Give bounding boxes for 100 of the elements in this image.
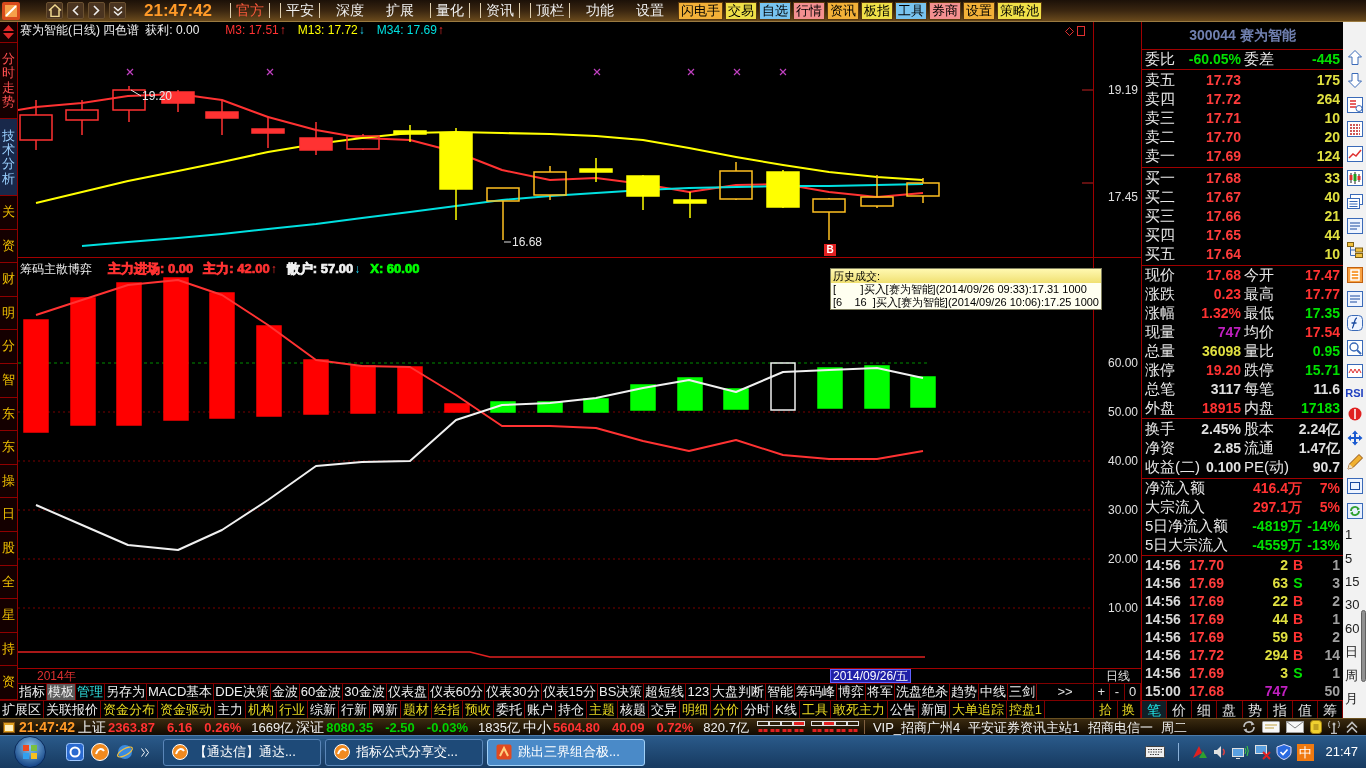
- panel-icon[interactable]: [1346, 478, 1363, 495]
- network-icon[interactable]: [1232, 745, 1251, 759]
- template-tab[interactable]: DDE决策: [214, 684, 271, 700]
- keyboard-icon[interactable]: [1145, 746, 1166, 758]
- side-tab[interactable]: 全: [0, 565, 17, 600]
- template-tab[interactable]: 大盘判断: [711, 684, 767, 700]
- more-tabs-button[interactable]: >>: [1037, 684, 1093, 700]
- side-tab[interactable]: 日: [0, 498, 17, 532]
- window-icon[interactable]: [3, 721, 15, 733]
- globe-icon[interactable]: [116, 743, 134, 761]
- formula-icon[interactable]: [1346, 315, 1363, 332]
- side-tab[interactable]: 资: [0, 229, 17, 264]
- rsi-button[interactable]: RSI: [1345, 386, 1364, 399]
- toolbar-button[interactable]: 设置: [963, 1, 996, 20]
- shield-icon[interactable]: [1276, 744, 1293, 760]
- side-tab[interactable]: 操: [0, 464, 17, 499]
- pencil-icon[interactable]: [1346, 453, 1363, 470]
- table-icon[interactable]: [1346, 121, 1363, 138]
- taskbar-button[interactable]: 【通达信】通达...: [163, 738, 321, 766]
- template-tab[interactable]: 123: [686, 684, 712, 700]
- toolbar-button[interactable]: 行情: [793, 1, 826, 20]
- taskbar-button[interactable]: 指标公式分享交...: [325, 738, 483, 766]
- toolbar-button[interactable]: 交易: [725, 1, 758, 20]
- computer-error-icon[interactable]: [1255, 744, 1272, 760]
- back-button[interactable]: [67, 2, 84, 19]
- menu-item[interactable]: 量化: [430, 3, 471, 18]
- double-chevron-right-icon[interactable]: [141, 747, 149, 757]
- period-button[interactable]: 5: [1343, 550, 1353, 566]
- side-tab[interactable]: 明: [0, 296, 17, 331]
- message-icon[interactable]: [1262, 721, 1280, 733]
- side-tab[interactable]: 技术分析: [0, 119, 17, 196]
- template-tab[interactable]: 三剑: [1008, 684, 1038, 700]
- template-tab[interactable]: 仪表15分: [541, 684, 599, 700]
- wave-chart-icon[interactable]: [1346, 364, 1363, 379]
- side-tab[interactable]: 智: [0, 363, 17, 398]
- home-button[interactable]: [46, 2, 63, 19]
- period-button[interactable]: 60: [1343, 620, 1360, 636]
- diamond-icon[interactable]: [1065, 26, 1074, 36]
- template-tab[interactable]: 博弈: [837, 684, 867, 700]
- menu-item[interactable]: 深度: [330, 3, 371, 18]
- template-tab[interactable]: 60金波: [299, 684, 344, 700]
- refresh-icon[interactable]: [1346, 502, 1363, 519]
- period-button[interactable]: 月: [1343, 690, 1358, 706]
- search-icon[interactable]: [1346, 339, 1363, 356]
- arrow-up-icon[interactable]: [1347, 50, 1362, 65]
- template-tab[interactable]: 仪表盘: [386, 684, 429, 700]
- template-tab[interactable]: 仪表60分: [428, 684, 486, 700]
- template-tab[interactable]: 金波: [270, 684, 300, 700]
- candlestick-icon[interactable]: [1346, 170, 1363, 187]
- refresh-icon[interactable]: [1242, 720, 1256, 734]
- toolbar-button[interactable]: 策略池: [997, 1, 1043, 20]
- side-tab[interactable]: 东: [0, 397, 17, 432]
- side-tab[interactable]: 分: [0, 330, 17, 364]
- menu-item[interactable]: 资讯: [480, 3, 521, 18]
- side-tab[interactable]: 资: [0, 666, 17, 700]
- template-tab[interactable]: 筹码峰: [795, 684, 838, 700]
- panel-tab[interactable]: 笔: [1142, 701, 1168, 718]
- app-logo-icon[interactable]: [2, 1, 20, 20]
- template-tab[interactable]: 另存为: [105, 684, 147, 700]
- template-tab[interactable]: 指标: [18, 684, 47, 700]
- speaker-icon[interactable]: [1213, 745, 1228, 759]
- tile-icon[interactable]: [1346, 266, 1363, 283]
- period-button[interactable]: 周: [1343, 667, 1358, 683]
- template-tab[interactable]: BS决策: [598, 684, 645, 700]
- tree-icon[interactable]: [1346, 242, 1363, 259]
- menu-item[interactable]: 功能: [580, 3, 621, 18]
- template-tab[interactable]: 将军: [866, 684, 896, 700]
- forward-button[interactable]: [88, 2, 105, 19]
- app-icon[interactable]: [66, 743, 84, 761]
- period-button[interactable]: 日: [1343, 644, 1358, 660]
- period-button[interactable]: 1: [1343, 527, 1353, 543]
- menu-item[interactable]: 顶栏: [530, 3, 571, 18]
- menu-item[interactable]: 设置: [630, 3, 671, 18]
- template-tab[interactable]: 仪表30分: [485, 684, 542, 700]
- template-tab[interactable]: MACD基本: [147, 684, 215, 700]
- mail-icon[interactable]: [1286, 721, 1304, 733]
- scrollbar-thumb[interactable]: [1361, 610, 1366, 682]
- toolbar-button[interactable]: 券商: [929, 1, 962, 20]
- tile-icon[interactable]: [1310, 720, 1322, 734]
- side-tab[interactable]: 星: [0, 599, 17, 633]
- side-tab[interactable]: 财: [0, 263, 17, 297]
- toolbar-button[interactable]: 闪电手: [678, 1, 724, 20]
- menu-item[interactable]: 平安: [280, 3, 321, 18]
- template-tab[interactable]: 智能: [766, 684, 796, 700]
- circle-app-icon[interactable]: [91, 743, 109, 761]
- side-tab[interactable]: 股: [0, 531, 17, 566]
- antenna-icon[interactable]: [1328, 720, 1340, 734]
- menu-item[interactable]: 扩展: [380, 3, 421, 18]
- more-button[interactable]: [109, 2, 126, 19]
- template-tab[interactable]: 趋势: [950, 684, 980, 700]
- triangle-up-icon[interactable]: [3, 25, 14, 31]
- side-tab[interactable]: 持: [0, 632, 17, 667]
- period-button[interactable]: 30: [1343, 597, 1360, 613]
- period-button[interactable]: 15: [1343, 573, 1360, 589]
- document-icon[interactable]: [1346, 291, 1363, 308]
- template-tab[interactable]: 30金波: [343, 684, 387, 700]
- menu-item[interactable]: 官方: [230, 3, 271, 18]
- toolbar-button[interactable]: 资讯: [827, 1, 860, 20]
- template-tab[interactable]: 超短线: [644, 684, 687, 700]
- toolbar-button[interactable]: 自选: [759, 1, 792, 20]
